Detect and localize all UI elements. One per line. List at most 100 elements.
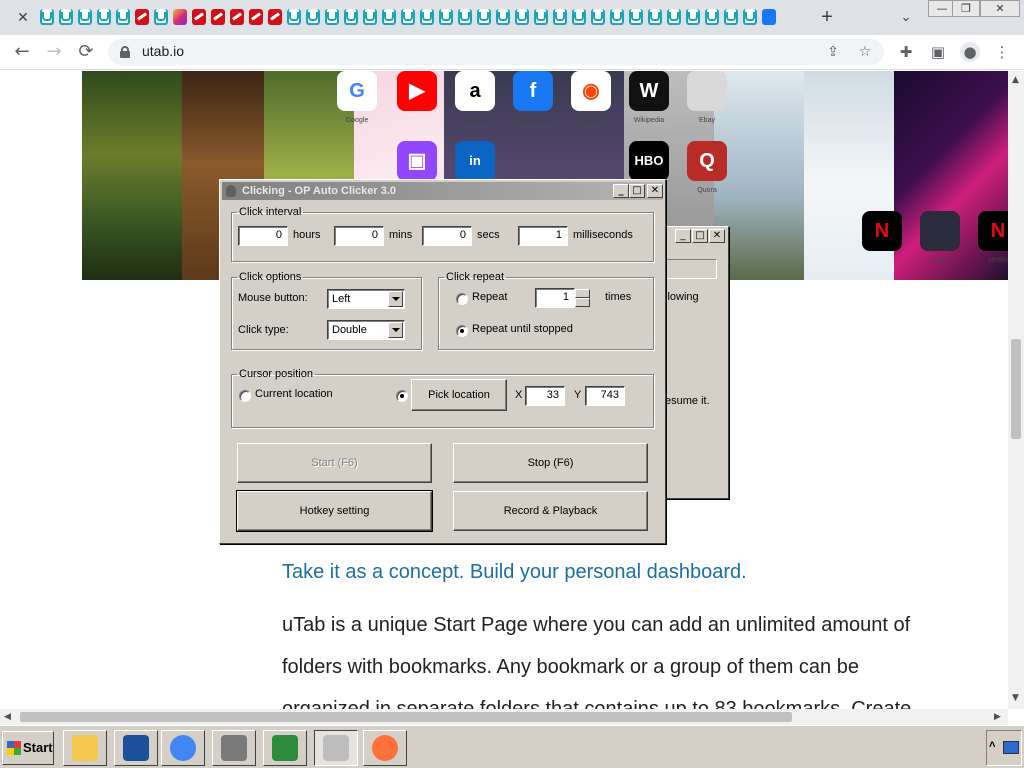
tab-favicon-icon[interactable]	[743, 9, 757, 25]
milliseconds-input[interactable]: 1	[518, 226, 568, 246]
vertical-scroll-thumb[interactable]	[1011, 339, 1021, 439]
network-tray-icon[interactable]	[1003, 741, 1019, 754]
share-icon[interactable]: ⇪	[822, 41, 844, 63]
record-playback-button[interactable]: Record & Playback	[453, 491, 648, 531]
profile-avatar-icon[interactable]: ●	[960, 42, 980, 62]
tray-expand-icon[interactable]: ˄	[989, 739, 995, 751]
spin-down-icon[interactable]	[575, 298, 590, 307]
tab-favicon-icon[interactable]	[401, 9, 415, 25]
reddit-shortcut[interactable]: ◉	[571, 71, 611, 111]
taskbar-media-player-button[interactable]	[114, 730, 158, 766]
youtube-shortcut[interactable]: ▶	[397, 71, 437, 111]
tab-favicon-icon[interactable]	[325, 9, 339, 25]
tab-favicon-icon[interactable]	[572, 9, 586, 25]
tab-favicon-icon[interactable]	[78, 9, 92, 25]
tab-favicon-icon[interactable]	[173, 9, 187, 25]
mouse-button-select[interactable]: Left	[327, 289, 405, 309]
scroll-up-icon[interactable]: ▲	[1012, 75, 1019, 85]
tab-favicon-icon[interactable]	[135, 9, 149, 25]
tab-favicon-icon[interactable]	[686, 9, 700, 25]
back-button[interactable]: ←	[10, 41, 34, 63]
tab-favicon-icon[interactable]	[154, 9, 168, 25]
taskbar-chrome-button[interactable]	[161, 730, 205, 766]
taskbar-file-explorer-button[interactable]	[63, 730, 107, 766]
back-dialog-close-button[interactable]: ✕	[709, 229, 725, 243]
tab-favicon-icon[interactable]	[363, 9, 377, 25]
horizontal-scroll-thumb[interactable]	[20, 712, 792, 722]
tab-favicon-icon[interactable]	[648, 9, 662, 25]
tab-favicon-icon[interactable]	[496, 9, 510, 25]
tab-favicon-icon[interactable]	[382, 9, 396, 25]
start-button[interactable]: Start (F6)	[237, 443, 432, 483]
mins-input[interactable]: 0	[334, 226, 384, 246]
click-type-select[interactable]: Double	[327, 320, 405, 340]
repeat-count-input[interactable]: 1	[535, 288, 575, 308]
scroll-right-icon[interactable]: ▶	[994, 712, 1001, 722]
forward-button[interactable]: →	[42, 41, 66, 63]
chevron-down-icon[interactable]	[388, 291, 403, 307]
repeat-radio[interactable]	[456, 293, 468, 305]
spin-up-icon[interactable]	[575, 289, 590, 298]
tab-favicon-icon[interactable]	[40, 9, 54, 25]
window-close-button[interactable]: ✕	[980, 0, 1020, 17]
y-coordinate-input[interactable]: 743	[585, 386, 625, 406]
scroll-left-icon[interactable]: ◀	[4, 712, 11, 722]
tab-favicon-icon[interactable]	[420, 9, 434, 25]
tab-favicon-icon[interactable]	[59, 9, 73, 25]
side-panel-icon[interactable]: ▣	[928, 42, 948, 62]
pick-location-radio[interactable]	[396, 390, 408, 402]
facebook-shortcut[interactable]: f	[513, 71, 553, 111]
tab-favicon-icon[interactable]	[230, 9, 244, 25]
tab-favicon-icon[interactable]	[553, 9, 567, 25]
tab-favicon-icon[interactable]	[762, 9, 776, 25]
tab-favicon-icon[interactable]	[116, 9, 130, 25]
new-tab-button[interactable]: +	[816, 6, 838, 28]
tab-favicon-icon[interactable]	[344, 9, 358, 25]
hours-input[interactable]: 0	[238, 226, 288, 246]
horizontal-scrollbar[interactable]: ◀ ▶	[0, 709, 1008, 725]
taskbar-server-manager-button[interactable]	[212, 730, 256, 766]
chrome-menu-icon[interactable]: ⋮	[992, 42, 1012, 62]
google-shortcut[interactable]: G	[337, 71, 377, 111]
background-dialog[interactable]: _ □ ✕ llowing esume it.	[664, 226, 729, 499]
stop-button[interactable]: Stop (F6)	[453, 443, 648, 483]
quora-shortcut[interactable]: Q	[687, 141, 727, 181]
tab-favicon-icon[interactable]	[610, 9, 624, 25]
taskbar-firefox-button[interactable]	[363, 730, 407, 766]
tab-favicon-icon[interactable]	[591, 9, 605, 25]
vertical-scrollbar[interactable]: ▲ ▼	[1008, 71, 1024, 709]
taskbar-network-button[interactable]	[263, 730, 307, 766]
repeat-count-spinner[interactable]	[575, 289, 590, 307]
hbo-shortcut[interactable]: HBO	[629, 141, 669, 181]
bookmark-star-icon[interactable]: ☆	[854, 41, 876, 63]
tab-favicon-icon[interactable]	[97, 9, 111, 25]
amazon-shortcut[interactable]: a	[455, 71, 495, 111]
tab-favicon-icon[interactable]	[705, 9, 719, 25]
lock-icon[interactable]	[120, 46, 130, 58]
taskbar-auto-clicker-button[interactable]	[314, 730, 358, 766]
tab-favicon-icon[interactable]	[477, 9, 491, 25]
ebay-shortcut[interactable]	[687, 71, 727, 111]
linkedin-shortcut[interactable]: in	[455, 141, 495, 181]
wikipedia-shortcut[interactable]: W	[629, 71, 669, 111]
secs-input[interactable]: 0	[422, 226, 472, 246]
repeat-until-stopped-radio[interactable]	[456, 325, 468, 337]
back-dialog-maximize-button[interactable]: □	[692, 229, 708, 243]
hulu-shortcut[interactable]	[920, 211, 960, 251]
close-tab-icon[interactable]: ✕	[12, 8, 34, 28]
chevron-down-icon[interactable]	[388, 322, 403, 338]
tab-favicon-icon[interactable]	[458, 9, 472, 25]
twitch-shortcut[interactable]: ▣	[397, 141, 437, 181]
x-coordinate-input[interactable]: 33	[525, 386, 565, 406]
tab-favicon-icon[interactable]	[534, 9, 548, 25]
dialog-minimize-button[interactable]: _	[613, 184, 629, 198]
dialog-maximize-button[interactable]: □	[629, 184, 645, 198]
tab-favicon-icon[interactable]	[515, 9, 529, 25]
netflix-2-shortcut[interactable]: N	[978, 211, 1008, 251]
netflix-shortcut[interactable]: N	[862, 211, 902, 251]
extensions-icon[interactable]: ✚	[896, 42, 916, 62]
tab-favicon-icon[interactable]	[306, 9, 320, 25]
address-bar[interactable]: utab.io ⇪ ☆	[108, 39, 884, 65]
reload-button[interactable]: ⟳	[74, 41, 98, 63]
tab-favicon-icon[interactable]	[667, 9, 681, 25]
